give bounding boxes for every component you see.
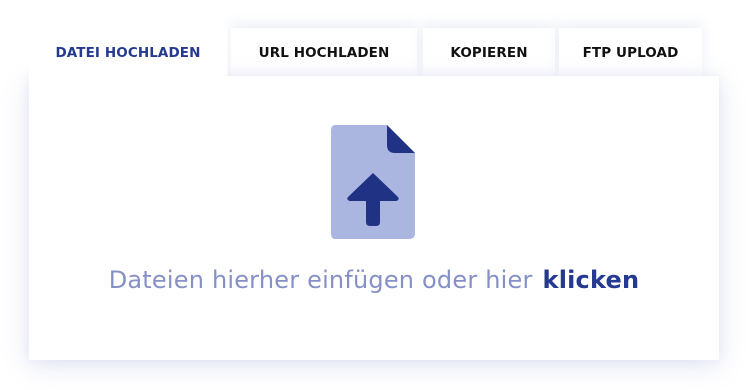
- click-upload-link[interactable]: klicken: [543, 266, 640, 294]
- dropzone-text: Dateien hierher einfügen oder hier: [108, 266, 533, 294]
- upload-widget: DATEI HOCHLADEN URL HOCHLADEN KOPIEREN F…: [0, 0, 751, 390]
- upload-tabs: DATEI HOCHLADEN URL HOCHLADEN KOPIEREN F…: [29, 28, 702, 76]
- file-upload-icon[interactable]: [329, 123, 417, 241]
- tab-url-hochladen[interactable]: URL HOCHLADEN: [231, 28, 417, 76]
- tab-datei-hochladen[interactable]: DATEI HOCHLADEN: [29, 28, 227, 76]
- dropzone-instruction: Dateien hierher einfügen oder hier klicke…: [29, 266, 719, 294]
- tab-kopieren[interactable]: KOPIEREN: [423, 28, 555, 76]
- tab-ftp-upload[interactable]: FTP UPLOAD: [559, 28, 702, 76]
- dropzone-panel[interactable]: Dateien hierher einfügen oder hier klicke…: [29, 76, 719, 360]
